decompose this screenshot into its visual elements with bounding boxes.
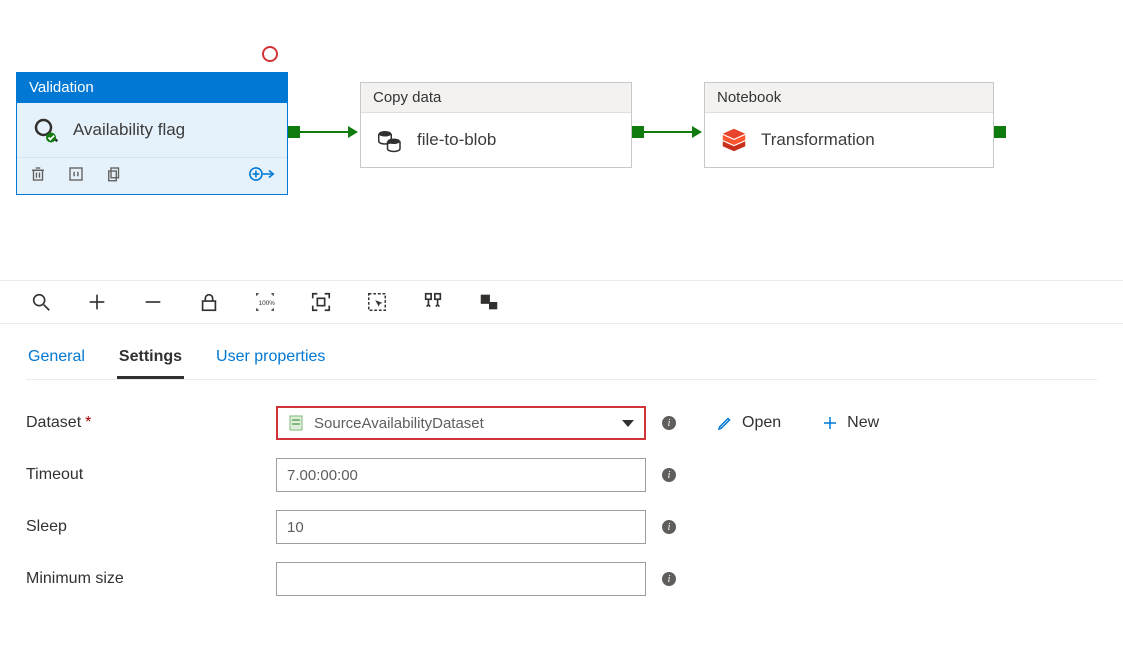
- timeout-input[interactable]: [276, 458, 646, 492]
- timeout-label: Timeout: [26, 466, 266, 484]
- search-icon[interactable]: [30, 291, 52, 313]
- activity-body: Transformation: [705, 113, 993, 167]
- activity-type-label: Notebook: [705, 83, 993, 113]
- edit-icon: [716, 414, 734, 432]
- dataset-dropdown[interactable]: SourceAvailabilityDataset: [276, 406, 646, 440]
- svg-text:100%: 100%: [259, 300, 276, 307]
- zoom-out-icon[interactable]: [142, 291, 164, 313]
- delete-icon[interactable]: [29, 165, 47, 183]
- success-output-port[interactable]: [994, 126, 1006, 138]
- sleep-label: Sleep: [26, 518, 266, 536]
- dataset-file-icon: [288, 415, 304, 431]
- activity-notebook[interactable]: Notebook Transformation: [704, 82, 994, 168]
- row-minimum-size: Minimum size i: [26, 562, 1097, 596]
- minimum-size-input[interactable]: [276, 562, 646, 596]
- properties-panel: General Settings User properties Dataset…: [0, 323, 1123, 644]
- connector-arrowhead: [692, 126, 702, 138]
- tab-user-properties[interactable]: User properties: [214, 340, 327, 379]
- row-sleep: Sleep i: [26, 510, 1097, 544]
- activity-name: file-to-blob: [417, 130, 496, 150]
- new-label: New: [847, 414, 879, 432]
- add-output-icon[interactable]: [249, 164, 275, 184]
- open-label: Open: [742, 414, 781, 432]
- info-icon[interactable]: i: [662, 572, 676, 586]
- fit-to-screen-icon[interactable]: [310, 291, 332, 313]
- dataset-value: SourceAvailabilityDataset: [314, 415, 622, 432]
- dataset-label: Dataset*: [26, 414, 266, 432]
- activity-body: Availability flag: [17, 103, 287, 157]
- lock-icon[interactable]: [198, 291, 220, 313]
- breakpoint-indicator[interactable]: [262, 46, 278, 62]
- success-output-port[interactable]: [632, 126, 644, 138]
- clone-icon[interactable]: [105, 165, 123, 183]
- database-copy-icon: [375, 125, 405, 155]
- activity-type-label: Validation: [17, 73, 287, 103]
- tab-general[interactable]: General: [26, 340, 87, 379]
- validate-icon: [31, 115, 61, 145]
- zoom-in-icon[interactable]: [86, 291, 108, 313]
- pipeline-canvas[interactable]: Validation Availability flag: [0, 0, 1123, 280]
- tab-settings[interactable]: Settings: [117, 340, 184, 379]
- connector-line: [644, 131, 692, 133]
- property-tabs: General Settings User properties: [26, 340, 1097, 380]
- info-icon[interactable]: i: [662, 520, 676, 534]
- info-icon[interactable]: i: [662, 416, 676, 430]
- new-button[interactable]: New: [821, 414, 879, 432]
- activity-type-label: Copy data: [361, 83, 631, 113]
- databricks-icon: [719, 125, 749, 155]
- connector-line: [300, 131, 348, 133]
- success-output-port[interactable]: [288, 126, 300, 138]
- plus-icon: [821, 414, 839, 432]
- auto-align-icon[interactable]: [422, 291, 444, 313]
- row-dataset: Dataset* SourceAvailabilityDataset i Ope…: [26, 406, 1097, 440]
- select-icon[interactable]: [366, 291, 388, 313]
- sleep-input[interactable]: [276, 510, 646, 544]
- row-timeout: Timeout i: [26, 458, 1097, 492]
- activity-name: Availability flag: [73, 120, 185, 140]
- info-icon[interactable]: i: [662, 468, 676, 482]
- code-icon[interactable]: [67, 165, 85, 183]
- minimap-icon[interactable]: [478, 291, 500, 313]
- activity-mini-toolbar: [17, 157, 287, 194]
- activity-name: Transformation: [761, 130, 875, 150]
- connector-arrowhead: [348, 126, 358, 138]
- activity-copy-data[interactable]: Copy data file-to-blob: [360, 82, 632, 168]
- activity-validation[interactable]: Validation Availability flag: [16, 72, 288, 195]
- activity-body: file-to-blob: [361, 113, 631, 167]
- chevron-down-icon: [622, 420, 634, 427]
- canvas-toolbar: 100%: [0, 280, 1123, 323]
- zoom-100-icon[interactable]: 100%: [254, 291, 276, 313]
- open-button[interactable]: Open: [716, 414, 781, 432]
- minimum-size-label: Minimum size: [26, 570, 266, 588]
